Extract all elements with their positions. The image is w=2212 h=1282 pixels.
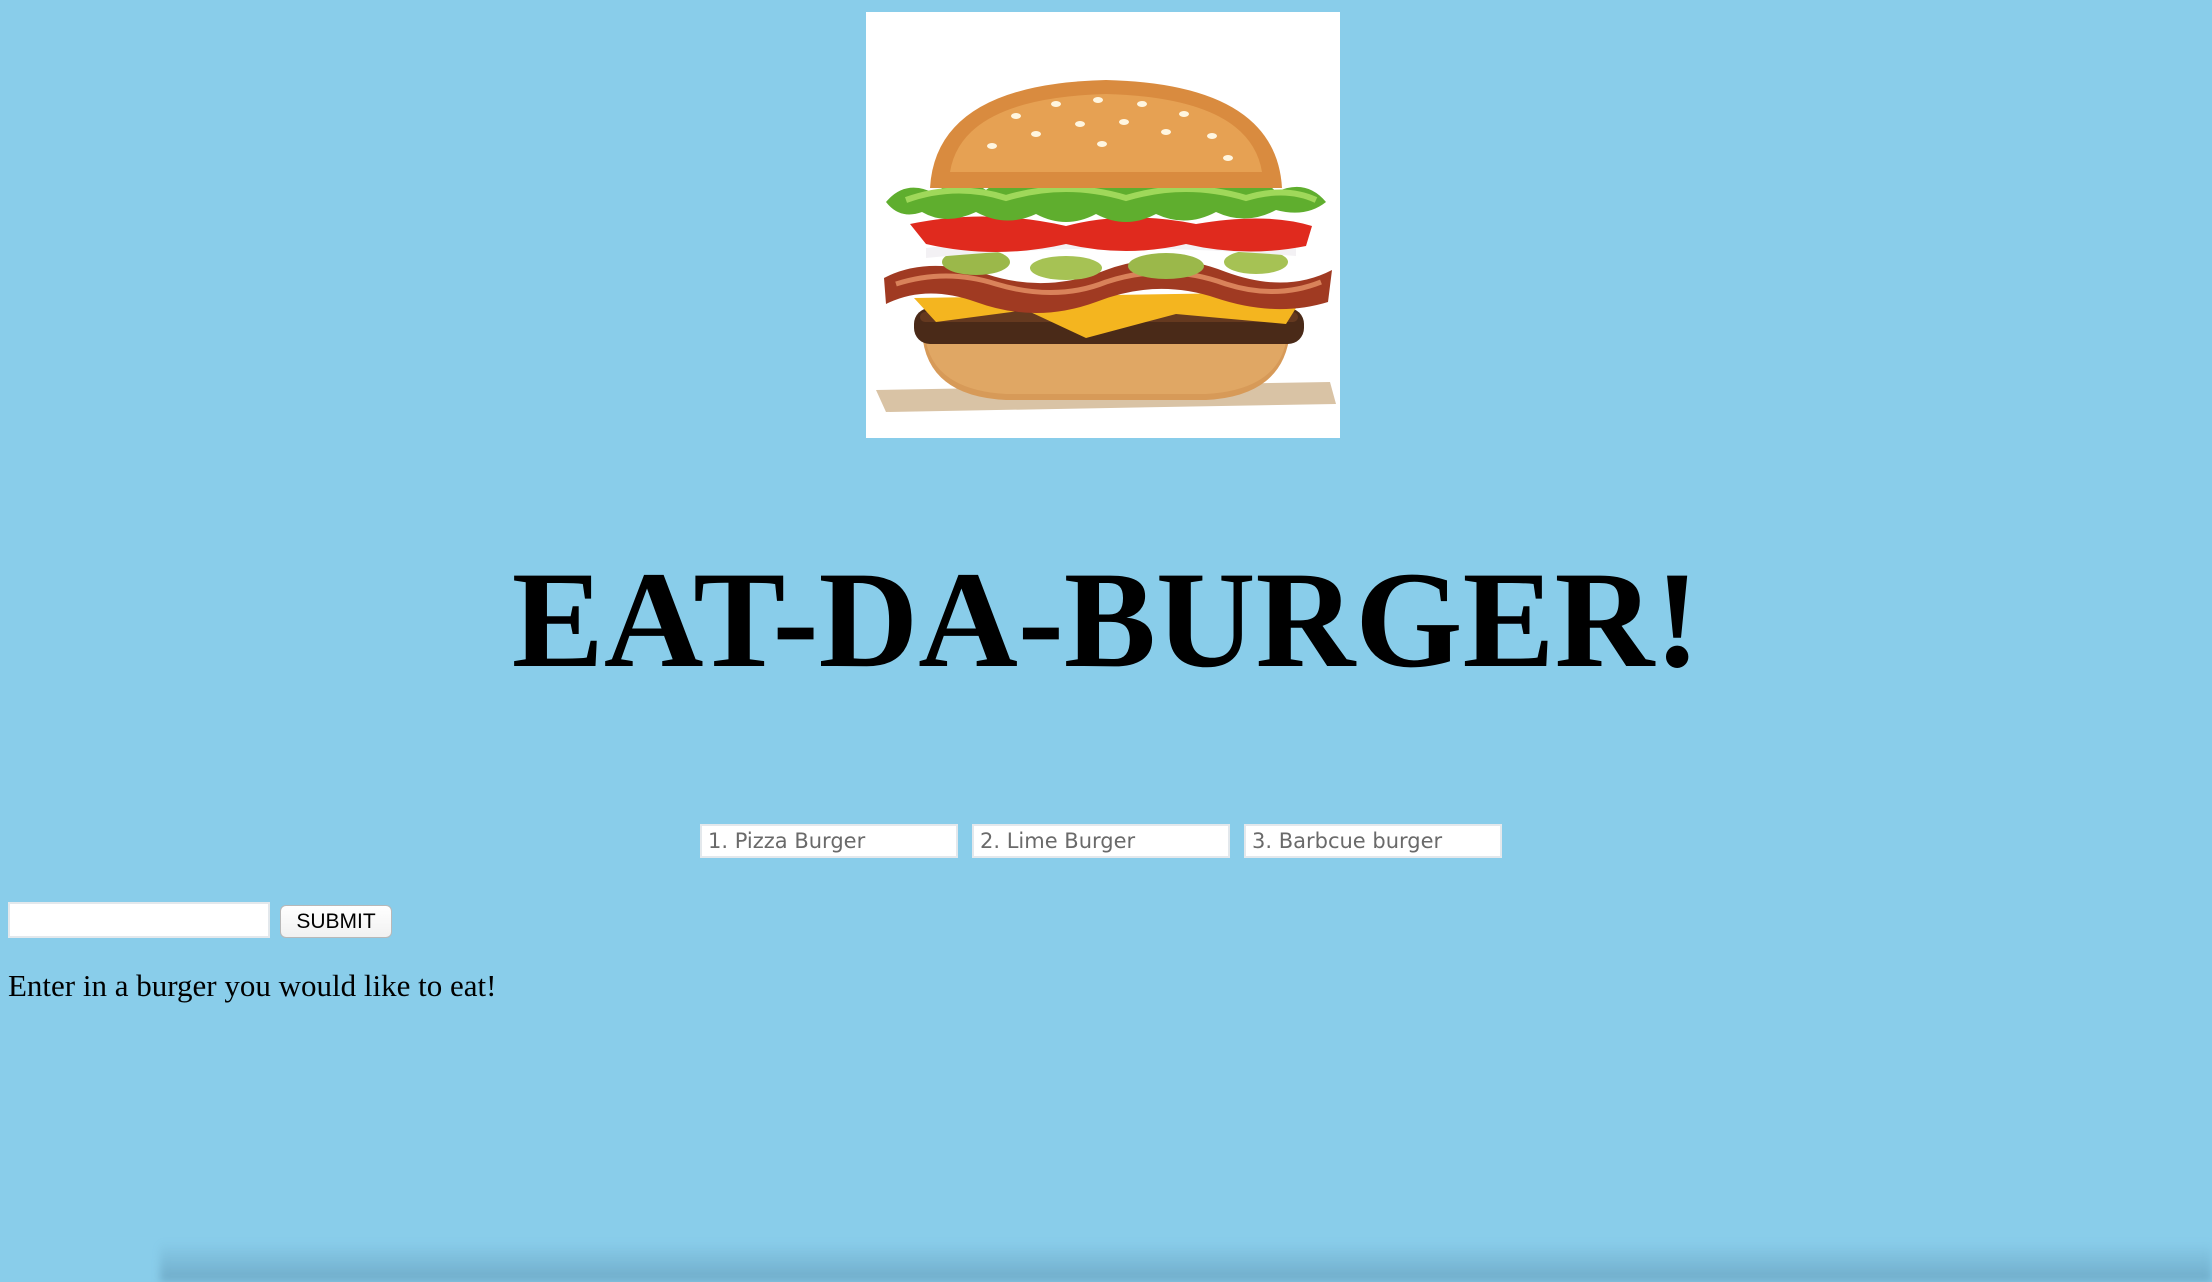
new-burger-input[interactable]: [8, 902, 270, 938]
burger-item-field[interactable]: [972, 824, 1230, 858]
hint-text: Enter in a burger you would like to eat!: [8, 968, 497, 1003]
burger-item-field[interactable]: [700, 824, 958, 858]
burger-item-field[interactable]: [1244, 824, 1502, 858]
page-title: EAT-DA-BURGER!: [511, 543, 1701, 696]
bottom-shadow: [160, 1242, 2212, 1282]
submit-button[interactable]: SUBMIT: [280, 905, 392, 938]
burger-image: [866, 12, 1340, 438]
